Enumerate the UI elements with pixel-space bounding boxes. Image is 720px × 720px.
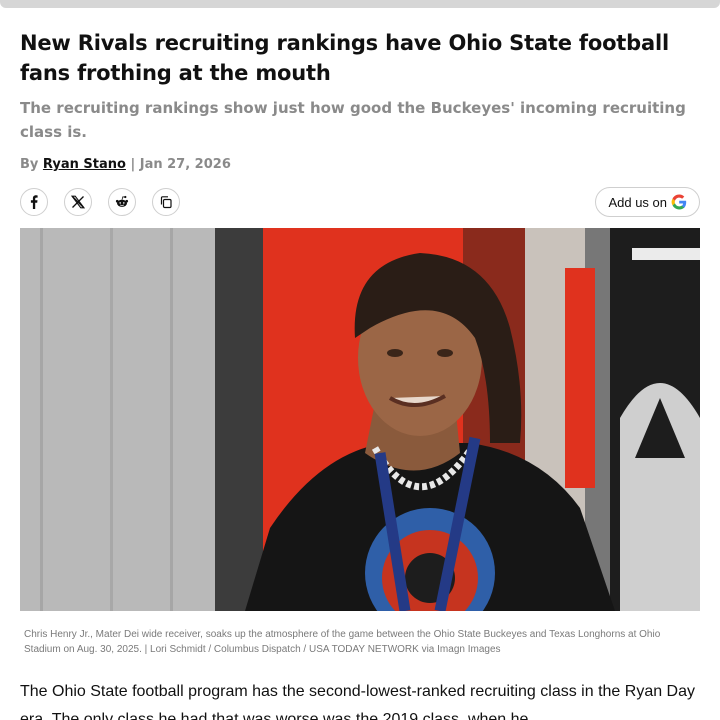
photo-wall xyxy=(20,228,230,611)
add-us-label: Add us on xyxy=(608,194,667,210)
publish-date: Jan 27, 2026 xyxy=(139,157,231,172)
add-us-on-google-button[interactable]: Add us on xyxy=(595,187,700,217)
share-facebook-button[interactable] xyxy=(20,188,48,216)
byline-prefix: By xyxy=(20,157,39,172)
author-link[interactable]: Ryan Stano xyxy=(43,157,126,172)
byline-separator: | xyxy=(130,157,136,172)
byline: By Ryan Stano | Jan 27, 2026 xyxy=(20,156,231,174)
share-reddit-button[interactable] xyxy=(108,188,136,216)
headline: New Rivals recruiting rankings have Ohio… xyxy=(20,31,669,85)
top-bar xyxy=(0,0,720,8)
google-icon xyxy=(671,194,687,210)
x-icon xyxy=(71,195,85,209)
copy-link-button[interactable] xyxy=(152,188,180,216)
photo-caption: Chris Henry Jr., Mater Dei wide receiver… xyxy=(24,629,661,655)
share-x-button[interactable] xyxy=(64,188,92,216)
reddit-icon xyxy=(115,195,129,207)
facebook-icon xyxy=(30,195,38,209)
copy-link-icon xyxy=(160,196,172,209)
subheadline: The recruiting rankings show just how go… xyxy=(20,99,686,141)
photo-illustration xyxy=(20,228,700,611)
article-photo xyxy=(20,228,700,611)
article-body-paragraph: The Ohio State football program has the … xyxy=(20,683,696,720)
share-bar xyxy=(20,188,180,216)
